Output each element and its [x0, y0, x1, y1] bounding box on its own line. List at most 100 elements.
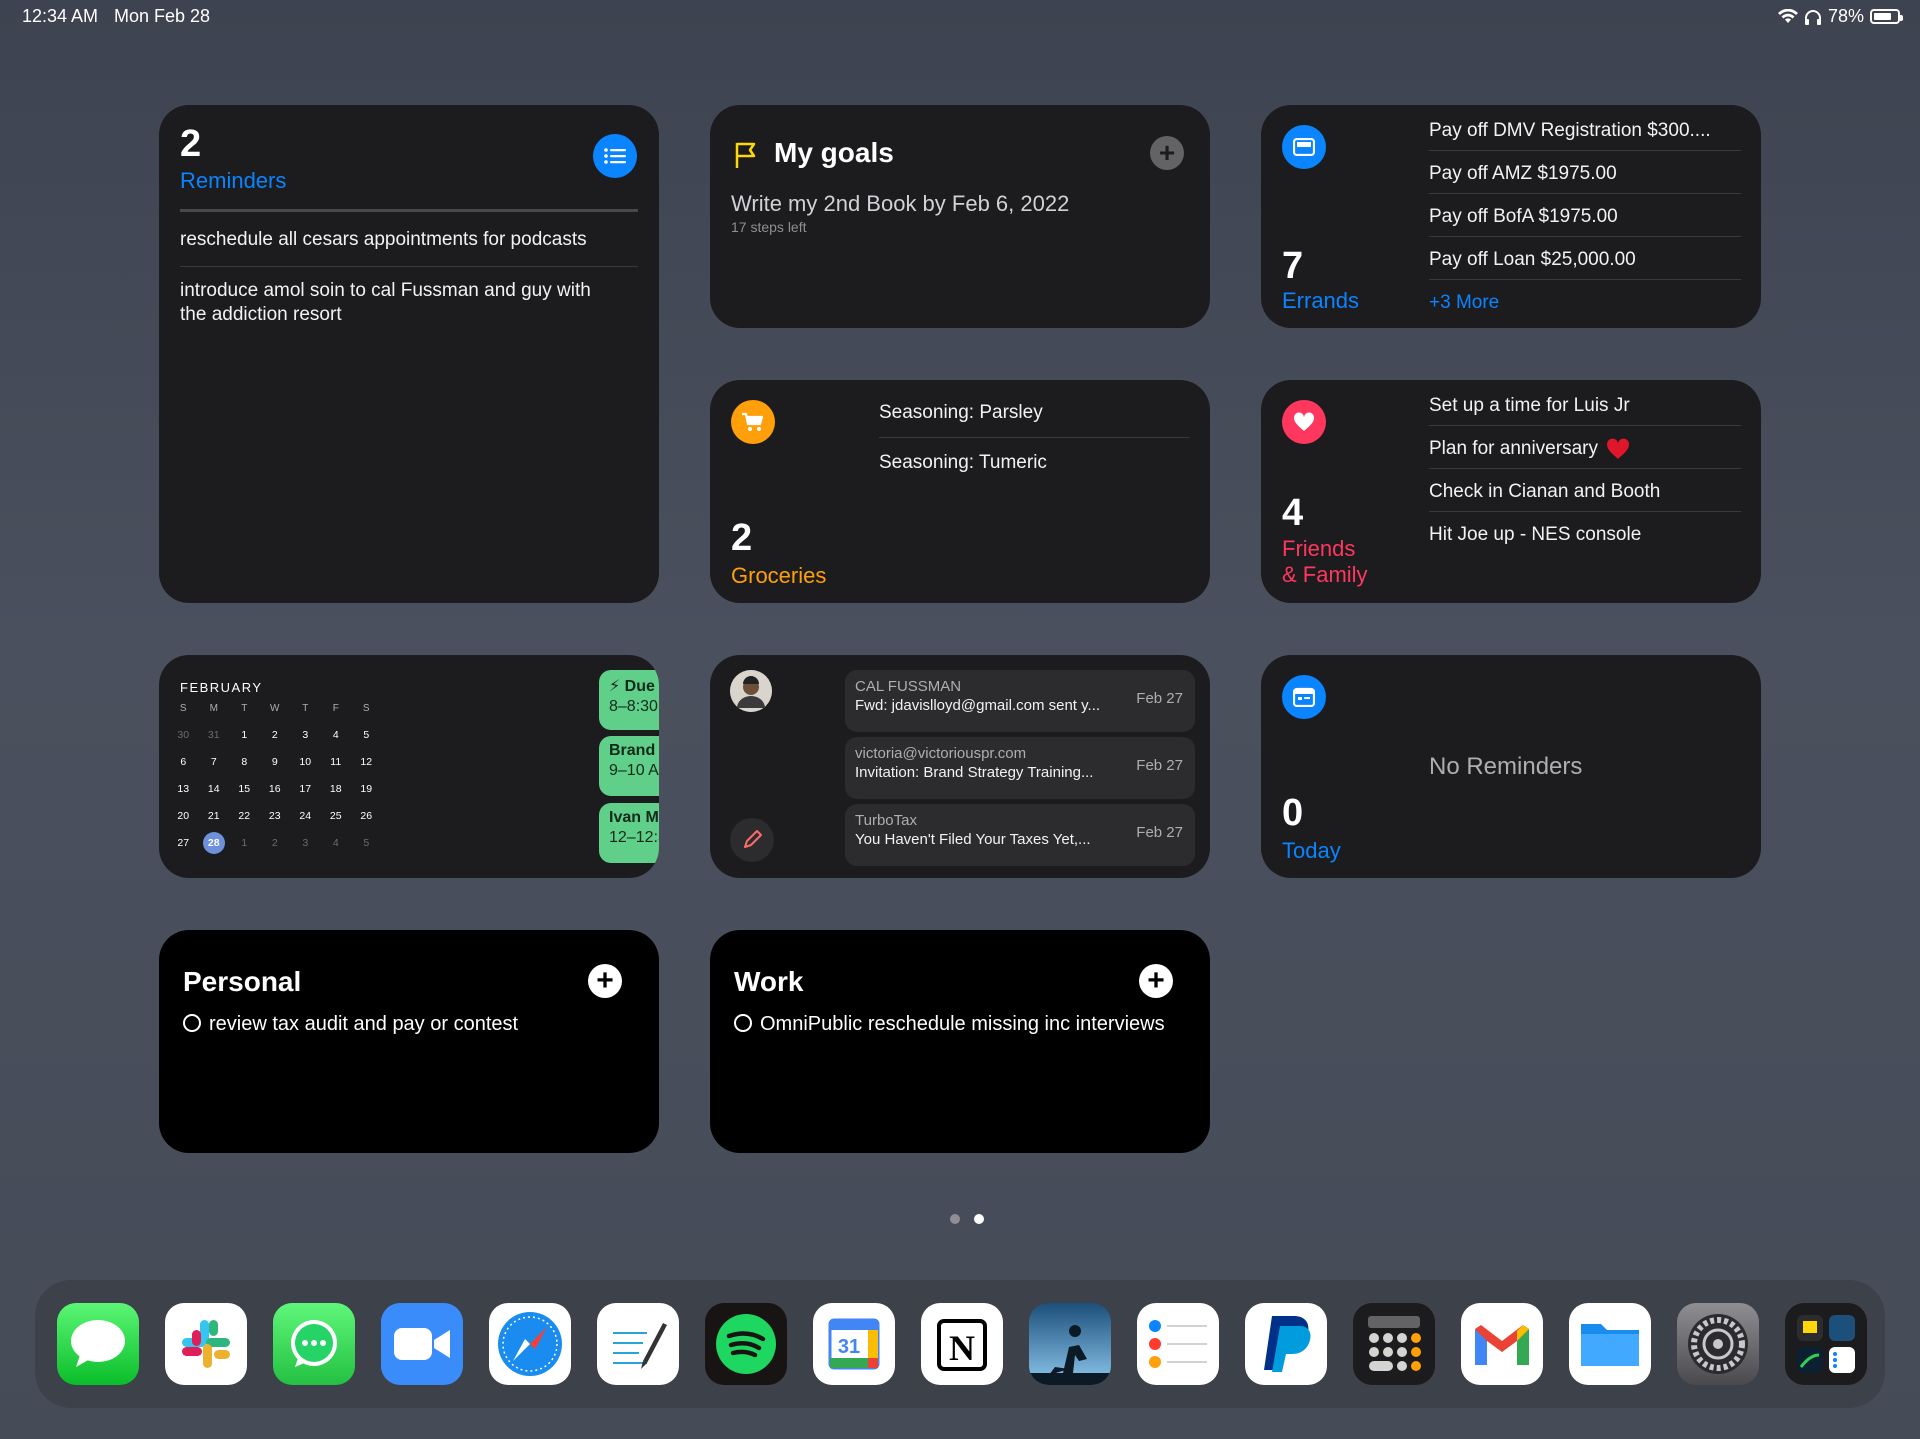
calendar-day[interactable]: 27 [168, 830, 199, 857]
weekday-label: S [362, 703, 370, 714]
goodnotes-app[interactable] [597, 1303, 679, 1385]
reminders-widget[interactable]: 2 Reminders reschedule all cesars appoin… [159, 105, 659, 603]
groceries-count: 2 [731, 517, 753, 559]
add-work-task-button[interactable]: + [1139, 964, 1173, 998]
calendar-day[interactable]: 8 [229, 749, 260, 776]
errand-item[interactable]: Pay off DMV Registration $300.... [1429, 120, 1741, 142]
goals-widget[interactable]: My goals + Write my 2nd Book by Feb 6, 2… [710, 105, 1210, 328]
calendar-day[interactable]: 21 [199, 803, 230, 830]
grocery-item[interactable]: Seasoning: Tumeric [879, 452, 1189, 474]
spotify-app[interactable] [705, 1303, 787, 1385]
reminder-item[interactable]: introduce amol soin to cal Fussman and g… [180, 279, 620, 327]
avatar[interactable] [730, 670, 772, 712]
calendar-day[interactable]: 4 [321, 830, 352, 857]
today-widget[interactable]: No Reminders 0 Today [1261, 655, 1761, 878]
calendar-day[interactable]: 12 [351, 749, 382, 776]
errand-item[interactable]: Pay off BofA $1975.00 [1429, 206, 1741, 228]
list-icon[interactable] [593, 134, 637, 178]
calendar-day[interactable]: 1 [229, 722, 260, 749]
calendar-day[interactable]: 14 [199, 776, 230, 803]
whatsapp-app[interactable] [273, 1303, 355, 1385]
gmail-app[interactable] [1461, 1303, 1543, 1385]
calendar-day[interactable]: 16 [260, 776, 291, 803]
calendar-day[interactable]: 20 [168, 803, 199, 830]
paypal-app[interactable] [1245, 1303, 1327, 1385]
notion-app[interactable]: N [921, 1303, 1003, 1385]
calendar-day-today[interactable]: 28 [199, 830, 230, 857]
mail-item[interactable]: TurboTax You Haven't Filed Your Taxes Ye… [845, 804, 1195, 866]
page-dot-active[interactable] [974, 1214, 984, 1224]
google-calendar-app[interactable]: 31 [813, 1303, 895, 1385]
files-app[interactable] [1569, 1303, 1651, 1385]
calendar-day[interactable]: 4 [321, 722, 352, 749]
kindle-app[interactable] [1029, 1303, 1111, 1385]
grocery-item[interactable]: Seasoning: Parsley [879, 402, 1189, 424]
zoom-app[interactable] [381, 1303, 463, 1385]
app-library[interactable] [1785, 1303, 1867, 1385]
calendar-day[interactable]: 10 [290, 749, 321, 776]
safari-app[interactable] [489, 1303, 571, 1385]
calendar-day[interactable]: 3 [290, 722, 321, 749]
calendar-day[interactable]: 19 [351, 776, 382, 803]
video-camera-icon [394, 1328, 450, 1360]
mail-item[interactable]: victoria@victoriouspr.com Invitation: Br… [845, 737, 1195, 799]
calendar-grid[interactable]: S M T W T F S 30 31 1 2 3 4 5 6 7 8 9 10 11 12 13 14 15 16 17 18 19… [168, 695, 382, 857]
calendar-day[interactable]: 1 [229, 830, 260, 857]
goals-title: My goals [774, 137, 894, 168]
mail-item[interactable]: CAL FUSSMAN Fwd: jdavislloyd@gmail.com s… [845, 670, 1195, 732]
calendar-day[interactable]: 24 [290, 803, 321, 830]
add-personal-task-button[interactable]: + [588, 964, 622, 998]
personal-widget[interactable]: Personal + review tax audit and pay or c… [159, 930, 659, 1153]
page-indicator[interactable] [943, 1211, 991, 1229]
event-card[interactable]: ⚡ Due Dilly ⚡ Wee... 8–8:30 AM, Google..… [599, 670, 659, 730]
calendar-day[interactable]: 6 [168, 749, 199, 776]
calendar-day[interactable]: 26 [351, 803, 382, 830]
page-dot[interactable] [950, 1214, 960, 1224]
calendar-day[interactable]: 23 [260, 803, 291, 830]
calendar-day[interactable]: 31 [199, 722, 230, 749]
compass-icon [498, 1312, 562, 1376]
calendar-widget[interactable]: FEBRUARY S M T W T F S 30 31 1 2 3 4 5 6 7 8 9 10 11 12 13 14 1… [159, 655, 659, 878]
errand-item[interactable]: Pay off Loan $25,000.00 [1429, 249, 1741, 271]
calculator-app[interactable] [1353, 1303, 1435, 1385]
calendar-day[interactable]: 5 [351, 830, 382, 857]
calendar-day[interactable]: 9 [260, 749, 291, 776]
friends-family-widget[interactable]: 4 Friends & Family Set up a time for Lui… [1261, 380, 1761, 603]
calendar-day[interactable]: 17 [290, 776, 321, 803]
calendar-day[interactable]: 22 [229, 803, 260, 830]
friends-item[interactable]: Check in Cianan and Booth [1429, 481, 1741, 503]
friends-item[interactable]: Set up a time for Luis Jr [1429, 395, 1741, 417]
friends-item[interactable]: Hit Joe up - NES console [1429, 524, 1741, 546]
add-goal-button[interactable]: + [1150, 136, 1184, 170]
calendar-day[interactable]: 25 [321, 803, 352, 830]
goal-text[interactable]: Write my 2nd Book by Feb 6, 2022 [731, 191, 1069, 217]
calendar-day[interactable]: 3 [290, 830, 321, 857]
errands-more-link[interactable]: +3 More [1429, 292, 1741, 314]
errand-item[interactable]: Pay off AMZ $1975.00 [1429, 163, 1741, 185]
calendar-day[interactable]: 15 [229, 776, 260, 803]
event-card[interactable]: Brand Strategy Train... 9–10 AM, https:/… [599, 736, 659, 796]
calendar-day[interactable]: 2 [260, 722, 291, 749]
calendar-day[interactable]: 7 [199, 749, 230, 776]
slack-app[interactable] [165, 1303, 247, 1385]
calendar-day[interactable]: 11 [321, 749, 352, 776]
settings-app[interactable] [1677, 1303, 1759, 1385]
calendar-day[interactable]: 13 [168, 776, 199, 803]
friends-item-anniversary[interactable]: Plan for anniversary [1429, 438, 1630, 460]
work-widget[interactable]: Work + OmniPublic reschedule missing inc… [710, 930, 1210, 1153]
checkbox[interactable] [734, 1014, 752, 1032]
work-task[interactable]: OmniPublic reschedule missing inc interv… [734, 1013, 1165, 1036]
personal-task[interactable]: review tax audit and pay or contest [183, 1013, 518, 1036]
calendar-day[interactable]: 5 [351, 722, 382, 749]
calendar-day[interactable]: 18 [321, 776, 352, 803]
calendar-day[interactable]: 30 [168, 722, 199, 749]
event-card[interactable]: Ivan Mishanin: 30 Mi... 12–12:30 PM, htt… [599, 803, 659, 863]
groceries-widget[interactable]: Seasoning: Parsley Seasoning: Tumeric 2 … [710, 380, 1210, 603]
errands-widget[interactable]: 7 Errands Pay off DMV Registration $300.… [1261, 105, 1761, 328]
checkbox[interactable] [183, 1014, 201, 1032]
calendar-day[interactable]: 2 [260, 830, 291, 857]
reminders-app[interactable] [1137, 1303, 1219, 1385]
reminder-item[interactable]: reschedule all cesars appointments for p… [180, 229, 638, 251]
messages-app[interactable] [57, 1303, 139, 1385]
compose-icon[interactable] [730, 818, 774, 862]
